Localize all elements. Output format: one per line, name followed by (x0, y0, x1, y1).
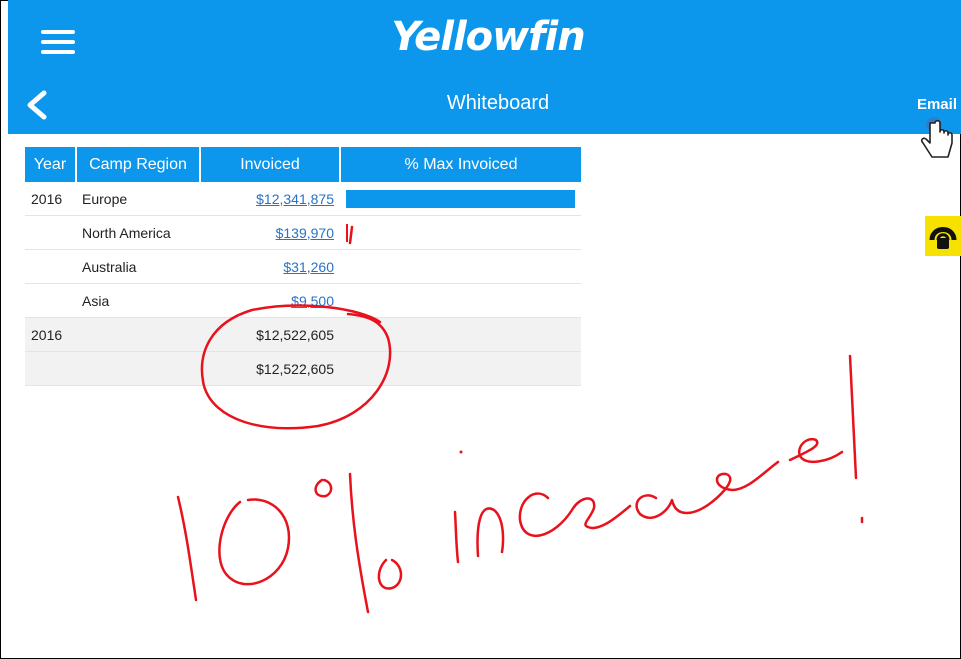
whiteboard-annotations (176, 225, 864, 614)
annotation-word-ase (635, 460, 780, 519)
annotation-exclaim (848, 354, 858, 480)
annotation-slash (348, 472, 370, 614)
annotation-degree (314, 478, 333, 498)
annotation-circle (200, 304, 392, 430)
annotation-word-n (476, 507, 505, 558)
annotation-digit-0 (218, 498, 291, 586)
annotation-digit-1 (176, 495, 198, 602)
annotation-small-o (377, 558, 403, 590)
annotation-word-e (788, 437, 844, 464)
annotation-word-i (453, 510, 460, 564)
annotation-word-cre (518, 492, 632, 538)
annotation-dot (459, 450, 463, 454)
annotation-mark (348, 225, 354, 245)
hand-pointer-icon (920, 117, 953, 158)
